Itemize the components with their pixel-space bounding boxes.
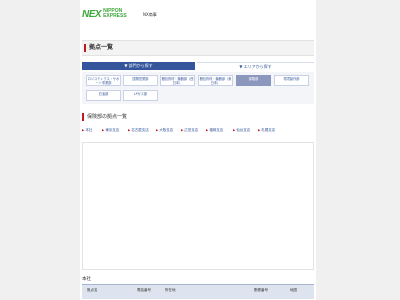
dept-button-packaging-east[interactable]: 梱包資材・機器部（東日本） bbox=[198, 75, 233, 86]
logo-subtitle: NX商事 bbox=[143, 12, 157, 17]
branch-link-head-office[interactable]: ▶本社 bbox=[82, 127, 92, 133]
branch-link-tokyo[interactable]: ▶東京支店 bbox=[102, 127, 119, 133]
dept-button-lp-gas[interactable]: LPガス部 bbox=[123, 90, 158, 101]
dept-button-packaging-west[interactable]: 梱包資材・機器部（西日本） bbox=[160, 75, 195, 86]
logo-line-2: EXPRESS bbox=[103, 13, 127, 19]
department-grid: ロジスティクス・サポート事業部 国際営業部 梱包資材・機器部（西日本） 梱包資材… bbox=[82, 72, 314, 104]
map-panel bbox=[82, 142, 314, 270]
arrow-icon: ▶ bbox=[82, 128, 85, 132]
arrow-icon: ▶ bbox=[181, 128, 184, 132]
column-header-branch-name: 拠点名 bbox=[87, 288, 98, 292]
table-section-label: 本社 bbox=[82, 277, 91, 282]
arrow-icon: ▶ bbox=[258, 128, 261, 132]
arrow-icon: ▶ bbox=[206, 128, 209, 132]
company-logo[interactable]: NEX NIPPON EXPRESS bbox=[82, 8, 127, 20]
page-title: 拠点一覧 bbox=[89, 44, 114, 51]
logo-mark: NEX bbox=[82, 8, 102, 20]
tab-by-department[interactable]: ▼ 部門から探す bbox=[82, 62, 195, 70]
branch-link-osaka[interactable]: ▶大阪支店 bbox=[156, 127, 173, 133]
arrow-icon: ▶ bbox=[233, 128, 236, 132]
dept-button-environment[interactable]: 環境製作部 bbox=[274, 75, 309, 86]
branch-link-sapporo[interactable]: ▶札幌支店 bbox=[258, 127, 275, 133]
branch-link-list: ▶本社 ▶東京支店 ▶名古屋支店 ▶大阪支店 ▶広島支店 ▶福岡支店 ▶仙台支店… bbox=[82, 127, 314, 133]
column-header-address: 所在地 bbox=[165, 288, 176, 292]
arrow-icon: ▶ bbox=[156, 128, 159, 132]
dept-button-insurance[interactable]: 保険部 bbox=[236, 75, 271, 86]
branch-link-nagoya[interactable]: ▶名古屋支店 bbox=[128, 127, 149, 133]
tab-by-area[interactable]: ▼ エリアから探す bbox=[197, 62, 314, 71]
branch-link-sendai[interactable]: ▶仙台支店 bbox=[233, 127, 250, 133]
section-title-text: 保険部の拠点一覧 bbox=[87, 114, 128, 120]
dept-button-logistics-support[interactable]: ロジスティクス・サポート事業部 bbox=[86, 75, 121, 86]
arrow-icon: ▶ bbox=[128, 128, 131, 132]
page-title-box: 拠点一覧 bbox=[82, 40, 314, 56]
title-accent-bar bbox=[84, 44, 86, 52]
section-accent-bar bbox=[82, 113, 84, 121]
branch-link-fukuoka[interactable]: ▶福岡支店 bbox=[206, 127, 223, 133]
branch-link-hiroshima[interactable]: ▶広島支店 bbox=[181, 127, 198, 133]
column-header-postal-code: 郵便番号 bbox=[254, 288, 268, 292]
arrow-icon: ▶ bbox=[102, 128, 105, 132]
column-header-map: 地図 bbox=[290, 288, 297, 292]
branch-table-header: 拠点名 電話番号 所在地 郵便番号 地図 bbox=[82, 284, 314, 299]
dept-button-oil[interactable]: 石油部 bbox=[86, 90, 121, 101]
column-header-phone: 電話番号 bbox=[137, 288, 151, 292]
dept-button-international-sales[interactable]: 国際営業部 bbox=[123, 75, 158, 86]
